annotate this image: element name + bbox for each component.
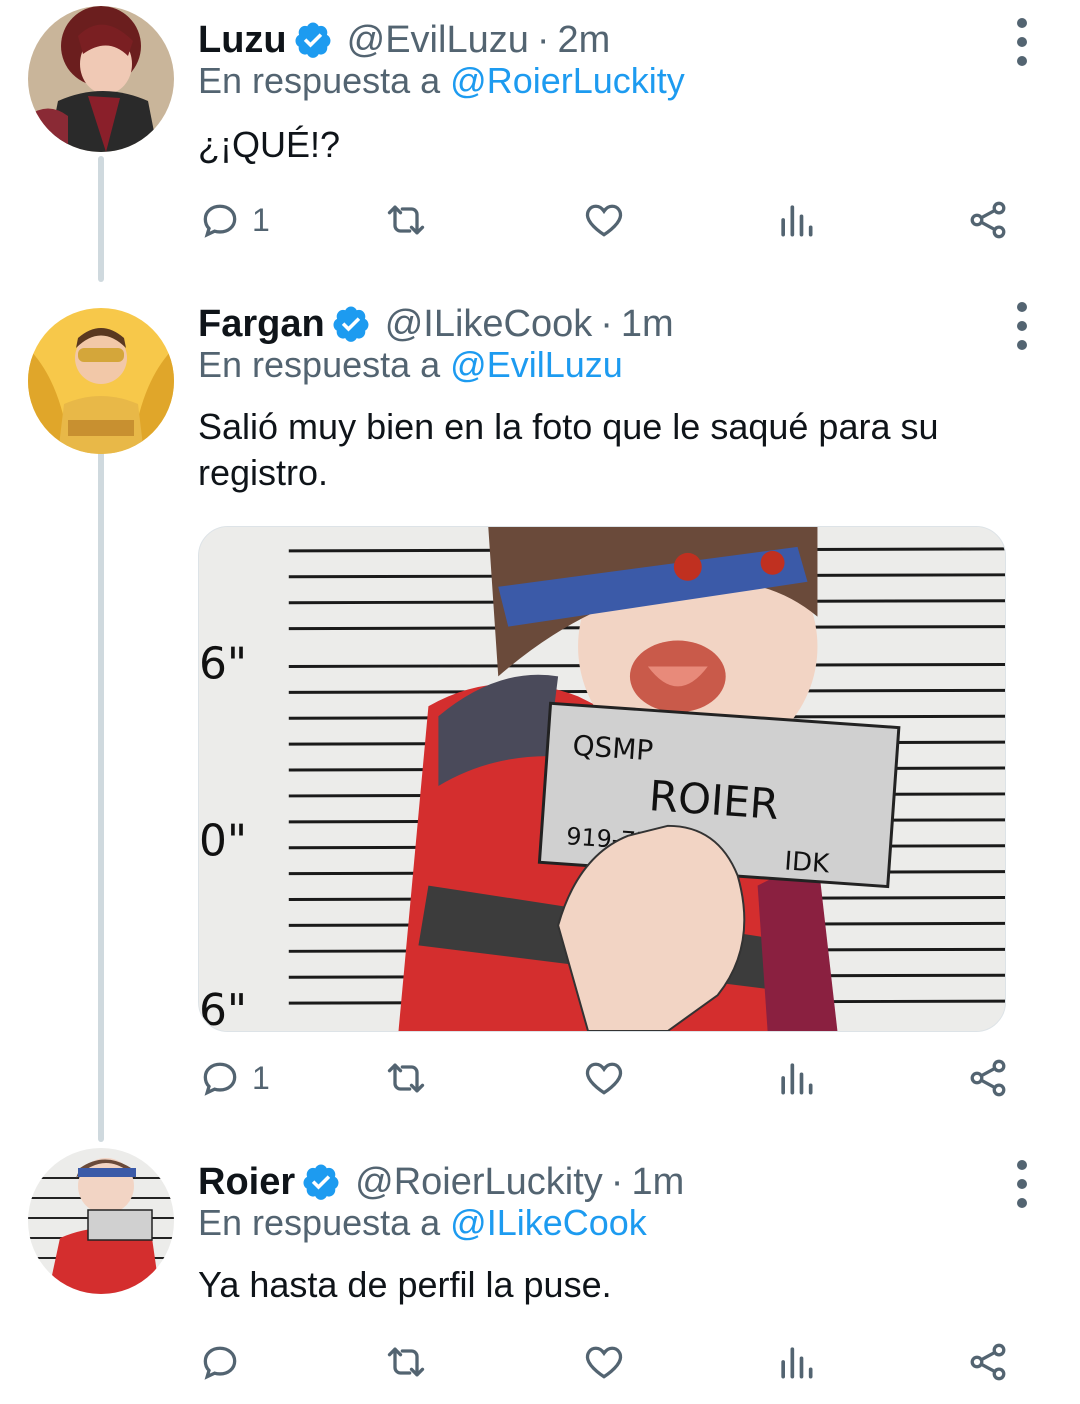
tweet-text: Salió muy bien en la foto que le saqué p… [198, 406, 939, 493]
author-name[interactable]: Luzu [198, 19, 287, 62]
timestamp[interactable]: 1m [621, 303, 674, 346]
more-options-icon[interactable] [1010, 18, 1034, 66]
avatar[interactable] [28, 6, 174, 152]
views-icon [781, 1063, 813, 1095]
share-button[interactable] [966, 192, 1010, 248]
action-bar [198, 1334, 1018, 1390]
tweet-text: Ya hasta de perfil la puse. [198, 1264, 612, 1305]
reply-button[interactable] [198, 1334, 252, 1390]
retweet-icon [387, 205, 425, 235]
reply-context: En respuesta a @RoierLuckity [198, 60, 685, 102]
retweet-button[interactable] [384, 1050, 428, 1106]
avatar[interactable] [28, 308, 174, 454]
action-bar: 1 [198, 192, 1018, 248]
author-name[interactable]: Fargan [198, 303, 325, 346]
views-icon [781, 1347, 813, 1379]
tweet-fargan[interactable]: Fargan @ILikeCook · 1m En respuesta a @E… [0, 296, 1080, 1126]
reply-icon [203, 1346, 237, 1380]
tweet-roier[interactable]: Roier @RoierLuckity · 1m En respuesta a … [0, 1148, 1080, 1404]
retweet-icon [387, 1063, 425, 1093]
attached-image[interactable]: 6" 0" 6" QSMP ROIER 919-77 IDK [198, 526, 1006, 1032]
share-button[interactable] [966, 1050, 1010, 1106]
like-button[interactable] [582, 192, 626, 248]
timestamp[interactable]: 1m [631, 1161, 684, 1204]
share-icon [970, 1059, 1006, 1097]
height-mark: 0" [199, 816, 247, 867]
more-options-icon[interactable] [1010, 1160, 1034, 1208]
separator-dot: · [600, 302, 613, 345]
reply-prefix: En respuesta a [198, 60, 451, 101]
author-handle[interactable]: @RoierLuckity [355, 1161, 603, 1204]
reply-icon [203, 204, 237, 238]
retweet-button[interactable] [384, 192, 428, 248]
reply-mention-link[interactable]: @RoierLuckity [450, 60, 685, 101]
reply-count: 1 [252, 201, 270, 238]
height-mark: 6" [199, 985, 247, 1031]
like-icon [585, 204, 623, 237]
verified-badge-icon [333, 306, 369, 342]
reply-prefix: En respuesta a [198, 344, 451, 385]
separator-dot: · [610, 1160, 624, 1203]
card-top: QSMP [571, 729, 654, 768]
views-button[interactable] [774, 192, 818, 248]
reply-icon [203, 1062, 237, 1096]
verified-badge-icon [295, 22, 331, 58]
reply-context: En respuesta a @ILikeCook [198, 1202, 647, 1244]
tweet-luzu[interactable]: Luzu @EvilLuzu · 2m En respuesta a @Roie… [0, 6, 1080, 282]
tweet-text: ¿¡QUÉ!? [198, 124, 341, 165]
card-name: ROIER [647, 771, 780, 829]
reply-mention-link[interactable]: @ILikeCook [450, 1202, 647, 1243]
action-bar: 1 [198, 1050, 1018, 1106]
views-button[interactable] [774, 1050, 818, 1106]
verified-badge-icon [303, 1164, 339, 1200]
author-handle[interactable]: @ILikeCook [385, 303, 593, 346]
reply-prefix: En respuesta a [198, 1202, 451, 1243]
reply-context: En respuesta a @EvilLuzu [198, 344, 623, 386]
reply-mention-link[interactable]: @EvilLuzu [450, 344, 623, 385]
share-icon [970, 1343, 1006, 1381]
reply-count: 1 [252, 1059, 270, 1096]
like-icon [585, 1062, 623, 1095]
separator-dot: · [536, 18, 550, 61]
share-button[interactable] [966, 1334, 1010, 1390]
like-icon [585, 1346, 623, 1379]
timestamp[interactable]: 2m [558, 19, 611, 62]
more-options-icon[interactable] [1010, 302, 1034, 350]
reply-button[interactable]: 1 [198, 1050, 270, 1106]
reply-button[interactable]: 1 [198, 192, 270, 248]
like-button[interactable] [582, 1050, 626, 1106]
like-button[interactable] [582, 1334, 626, 1390]
retweet-button[interactable] [384, 1334, 428, 1390]
retweet-icon [387, 1347, 425, 1377]
avatar[interactable] [28, 1148, 174, 1294]
height-mark: 6" [199, 638, 247, 689]
views-button[interactable] [774, 1334, 818, 1390]
author-handle[interactable]: @EvilLuzu [347, 19, 529, 62]
share-icon [970, 201, 1006, 239]
card-corner: IDK [783, 846, 831, 879]
views-icon [781, 205, 813, 237]
author-name[interactable]: Roier [198, 1161, 295, 1204]
